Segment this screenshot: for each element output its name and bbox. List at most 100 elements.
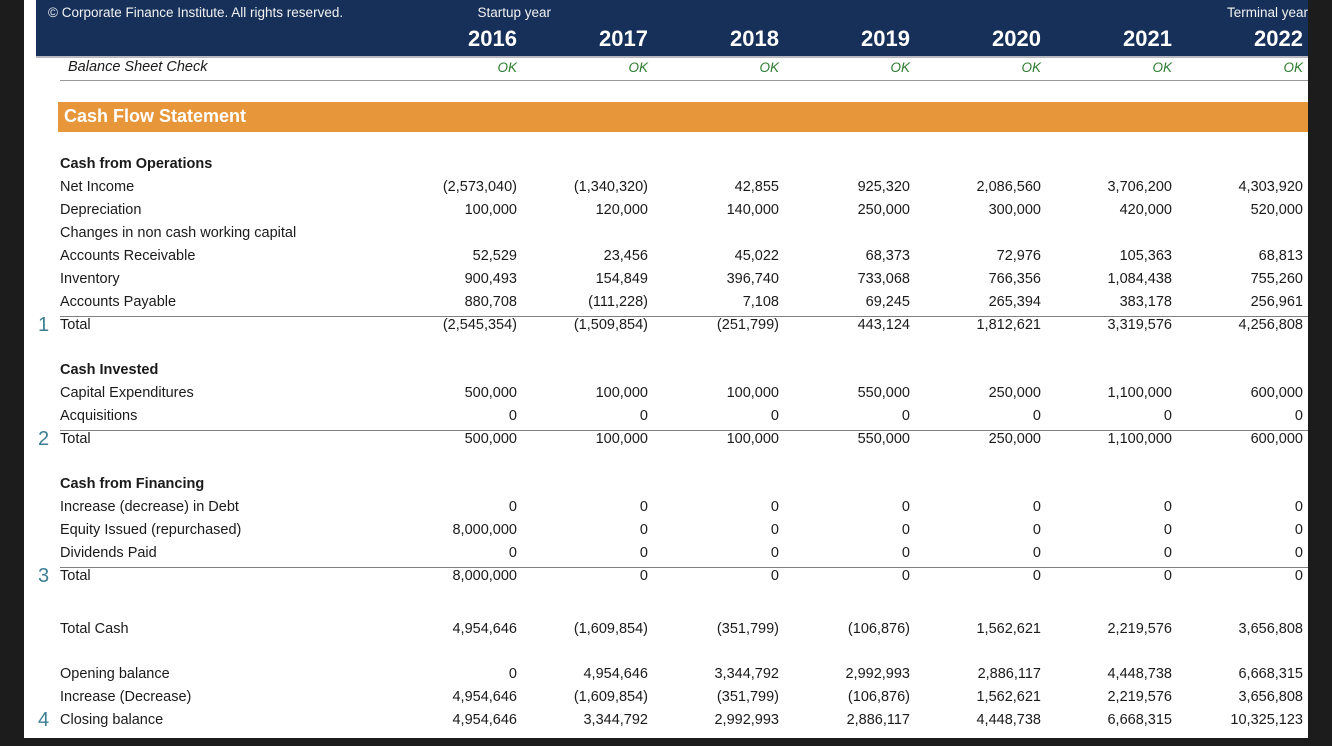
value-opening-balance-2022: 6,668,315 <box>1153 666 1303 682</box>
value-total-cash-2019: (106,876) <box>760 621 910 637</box>
row-marker-3: 3 <box>38 565 49 588</box>
value-opening-balance-2017: 4,954,646 <box>498 666 648 682</box>
value-increase-decrease-in-debt-2016: 0 <box>367 499 517 515</box>
value-inventory-2021: 1,084,438 <box>1022 271 1172 287</box>
table-row: Total Cash4,954,646(1,609,854)(351,799)(… <box>24 621 1308 644</box>
section-heading-cash-invested: Cash Invested <box>60 362 158 378</box>
value-total-cash-invested-2018: 100,000 <box>629 431 779 447</box>
value-acquisitions-2022: 0 <box>1153 408 1303 424</box>
row-label-equity-issued-repurchased: Equity Issued (repurchased) <box>60 522 241 538</box>
row-label-inventory: Inventory <box>60 271 120 287</box>
value-acquisitions-2019: 0 <box>760 408 910 424</box>
table-row: Acquisitions0000000 <box>24 408 1308 431</box>
value-inventory-2022: 755,260 <box>1153 271 1303 287</box>
value-opening-balance-2020: 2,886,117 <box>891 666 1041 682</box>
value-inventory-2019: 733,068 <box>760 271 910 287</box>
value-inventory-2016: 900,493 <box>367 271 517 287</box>
row-label-opening-balance: Opening balance <box>60 666 170 682</box>
value-total-cash-invested-2019: 550,000 <box>760 431 910 447</box>
table-row: Changes in non cash working capital <box>24 225 1308 248</box>
row-label-changes-in-non-cash-working-capital: Changes in non cash working capital <box>60 225 296 241</box>
value-total-cash-from-operations-2021: 3,319,576 <box>1022 317 1172 333</box>
value-increase-decrease-2017: (1,609,854) <box>498 689 648 705</box>
right-frame-border <box>1308 0 1332 746</box>
value-inventory-2020: 766,356 <box>891 271 1041 287</box>
row-label-closing-balance: Closing balance <box>60 712 163 728</box>
value-closing-balance-2019: 2,886,117 <box>760 712 910 728</box>
value-inventory-2018: 396,740 <box>629 271 779 287</box>
value-equity-issued-repurchased-2016: 8,000,000 <box>367 522 517 538</box>
table-row: Increase (decrease) in Debt0000000 <box>24 499 1308 522</box>
value-increase-decrease-2020: 1,562,621 <box>891 689 1041 705</box>
value-increase-decrease-2022: 3,656,808 <box>1153 689 1303 705</box>
value-total-cash-from-operations-2022: 4,256,808 <box>1153 317 1303 333</box>
value-dividends-paid-2016: 0 <box>367 545 517 561</box>
value-net-income-2016: (2,573,040) <box>367 179 517 195</box>
value-increase-decrease-2016: 4,954,646 <box>367 689 517 705</box>
section-heading-row: Cash Invested <box>24 362 1308 385</box>
value-equity-issued-repurchased-2018: 0 <box>629 522 779 538</box>
value-opening-balance-2018: 3,344,792 <box>629 666 779 682</box>
value-dividends-paid-2021: 0 <box>1022 545 1172 561</box>
table-row: Depreciation100,000120,000140,000250,000… <box>24 202 1308 225</box>
value-accounts-payable-2020: 265,394 <box>891 294 1041 310</box>
value-increase-decrease-in-debt-2022: 0 <box>1153 499 1303 515</box>
value-capital-expenditures-2020: 250,000 <box>891 385 1041 401</box>
table-row: Accounts Receivable52,52923,45645,02268,… <box>24 248 1308 271</box>
table-row-closing-balance: 4Closing balance4,954,6463,344,7922,992,… <box>24 712 1308 735</box>
value-capital-expenditures-2017: 100,000 <box>498 385 648 401</box>
value-accounts-receivable-2021: 105,363 <box>1022 248 1172 264</box>
value-increase-decrease-in-debt-2017: 0 <box>498 499 648 515</box>
row-label-total-cash: Total Cash <box>60 621 129 637</box>
value-total-cash-2020: 1,562,621 <box>891 621 1041 637</box>
value-accounts-receivable-2019: 68,373 <box>760 248 910 264</box>
value-accounts-payable-2018: 7,108 <box>629 294 779 310</box>
table-row: Capital Expenditures500,000100,000100,00… <box>24 385 1308 408</box>
value-accounts-receivable-2022: 68,813 <box>1153 248 1303 264</box>
row-label-net-income: Net Income <box>60 179 134 195</box>
value-total-cash-from-operations-2018: (251,799) <box>629 317 779 333</box>
row-label-increase-decrease: Increase (Decrease) <box>60 689 191 705</box>
value-dividends-paid-2017: 0 <box>498 545 648 561</box>
value-dividends-paid-2020: 0 <box>891 545 1041 561</box>
value-net-income-2018: 42,855 <box>629 179 779 195</box>
section-heading-row: Cash from Financing <box>24 476 1308 499</box>
row-label-total-cash-from-financing: Total <box>60 568 91 584</box>
value-total-cash-from-financing-2021: 0 <box>1022 568 1172 584</box>
table-row: Inventory900,493154,849396,740733,068766… <box>24 271 1308 294</box>
row-label-acquisitions: Acquisitions <box>60 408 137 424</box>
table-row-total: 2Total500,000100,000100,000550,000250,00… <box>24 431 1308 454</box>
spreadsheet-canvas: © Corporate Finance Institute. All right… <box>24 0 1308 738</box>
table-row: Accounts Payable880,708(111,228)7,10869,… <box>24 294 1308 317</box>
value-opening-balance-2019: 2,992,993 <box>760 666 910 682</box>
table-row-total: 1Total(2,545,354)(1,509,854)(251,799)443… <box>24 317 1308 340</box>
row-label-depreciation: Depreciation <box>60 202 141 218</box>
value-depreciation-2017: 120,000 <box>498 202 648 218</box>
value-total-cash-from-financing-2020: 0 <box>891 568 1041 584</box>
value-increase-decrease-2018: (351,799) <box>629 689 779 705</box>
section-heading-row: Cash from Operations <box>24 156 1308 179</box>
value-net-income-2021: 3,706,200 <box>1022 179 1172 195</box>
value-accounts-payable-2019: 69,245 <box>760 294 910 310</box>
value-total-cash-from-financing-2022: 0 <box>1153 568 1303 584</box>
value-acquisitions-2016: 0 <box>367 408 517 424</box>
value-equity-issued-repurchased-2021: 0 <box>1022 522 1172 538</box>
table-row: Net Income(2,573,040)(1,340,320)42,85592… <box>24 179 1308 202</box>
value-total-cash-from-operations-2016: (2,545,354) <box>367 317 517 333</box>
value-total-cash-from-operations-2019: 443,124 <box>760 317 910 333</box>
row-label-total-cash-from-operations: Total <box>60 317 91 333</box>
value-total-cash-2018: (351,799) <box>629 621 779 637</box>
value-total-cash-from-financing-2018: 0 <box>629 568 779 584</box>
value-dividends-paid-2022: 0 <box>1153 545 1303 561</box>
value-increase-decrease-in-debt-2021: 0 <box>1022 499 1172 515</box>
value-accounts-payable-2017: (111,228) <box>498 294 648 310</box>
value-accounts-payable-2016: 880,708 <box>367 294 517 310</box>
value-equity-issued-repurchased-2020: 0 <box>891 522 1041 538</box>
value-increase-decrease-2019: (106,876) <box>760 689 910 705</box>
value-depreciation-2019: 250,000 <box>760 202 910 218</box>
row-label-total-cash-invested: Total <box>60 431 91 447</box>
value-depreciation-2020: 300,000 <box>891 202 1041 218</box>
value-depreciation-2022: 520,000 <box>1153 202 1303 218</box>
value-net-income-2019: 925,320 <box>760 179 910 195</box>
value-acquisitions-2017: 0 <box>498 408 648 424</box>
